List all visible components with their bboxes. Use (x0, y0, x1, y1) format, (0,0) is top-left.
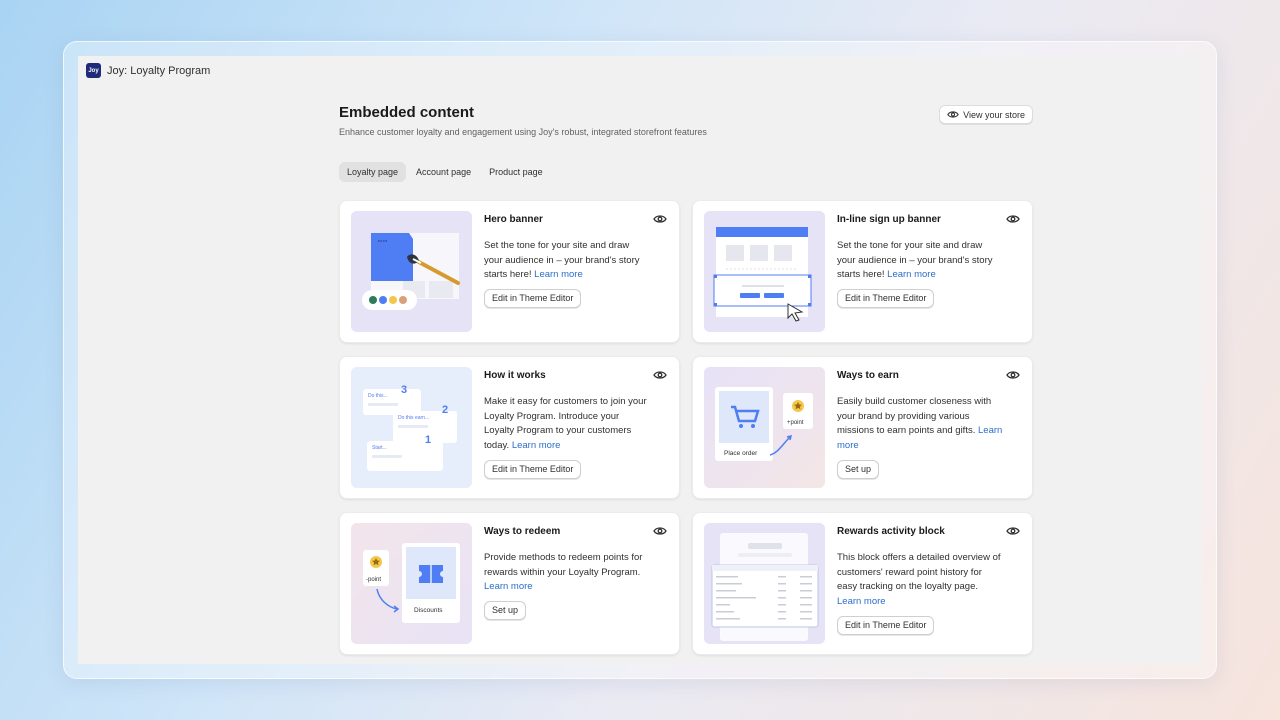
card-title: Rewards activity block (837, 526, 945, 537)
card-title: How it works (484, 370, 546, 381)
tab-product-page[interactable]: Product page (481, 162, 551, 182)
preview-eye-icon[interactable] (1006, 369, 1020, 381)
step-3-label: Do this... (368, 393, 388, 399)
edit-in-theme-editor-button[interactable]: Edit in Theme Editor (837, 615, 935, 635)
step-2-label: Do this earn... (398, 415, 429, 421)
card-title: Ways to earn (837, 370, 899, 381)
point-redeem-label: -point (366, 577, 381, 583)
step-1-label: Start... (372, 445, 387, 451)
app-header: Joy Joy: Loyalty Program (86, 63, 210, 78)
tab-loyalty-page[interactable]: Loyalty page (339, 162, 407, 182)
card-description: Easily build customer closeness with you… (837, 395, 1003, 454)
card-description-text: Make it easy for customers to join your … (484, 396, 647, 452)
tab-account-page[interactable]: Account page (408, 162, 479, 182)
card-title: In-line sign up banner (837, 214, 941, 225)
app-window: Joy Joy: Loyalty Program Embedded conten… (78, 56, 1202, 664)
page-subtitle: Enhance customer loyalty and engagement … (339, 127, 707, 137)
page-title: Embedded content (339, 104, 475, 121)
discounts-label: Discounts (414, 607, 443, 614)
card-description: Provide methods to redeem points for rew… (484, 551, 650, 595)
card-title: Hero banner (484, 214, 543, 225)
card-title: Ways to redeem (484, 526, 561, 537)
card-rewards-activity-block: Rewards activity block This block offers… (692, 512, 1033, 655)
card-ways-to-redeem: -point Discounts Ways to redeem Provide … (339, 512, 680, 655)
ways-to-earn-illustration: Place order +point (704, 367, 825, 488)
card-how-it-works: Do this... 3 Do this earn... 2 Start... … (339, 356, 680, 499)
edit-in-theme-editor-button[interactable]: Edit in Theme Editor (484, 289, 582, 309)
learn-more-link[interactable]: Learn more (887, 269, 936, 280)
learn-more-link[interactable]: Learn more (837, 596, 886, 607)
preview-eye-icon[interactable] (653, 525, 667, 537)
card-description-text: Easily build customer closeness with you… (837, 396, 992, 437)
card-hero-banner: Hero banner Set the tone for your site a… (339, 200, 680, 343)
learn-more-link[interactable]: Learn more (484, 581, 533, 592)
card-ways-to-earn: Place order +point Ways to earn Easily b… (692, 356, 1033, 499)
edit-in-theme-editor-button[interactable]: Edit in Theme Editor (484, 459, 582, 479)
preview-eye-icon[interactable] (653, 369, 667, 381)
card-description: This block offers a detailed overview of… (837, 551, 1003, 610)
edit-in-theme-editor-button[interactable]: Edit in Theme Editor (837, 289, 935, 309)
app-title: Joy: Loyalty Program (107, 64, 211, 77)
joy-logo-icon: Joy (86, 63, 101, 78)
step-3-number: 3 (401, 384, 407, 396)
hero-banner-illustration (351, 211, 472, 332)
preview-eye-icon[interactable] (1006, 213, 1020, 225)
card-description: Set the tone for your site and draw your… (837, 239, 1003, 283)
card-inline-signup-banner: In-line sign up banner Set the tone for … (692, 200, 1033, 343)
preview-eye-icon[interactable] (653, 213, 667, 225)
step-1-number: 1 (425, 434, 431, 446)
card-description-text: Provide methods to redeem points for rew… (484, 552, 643, 578)
set-up-button[interactable]: Set up (837, 459, 880, 479)
eye-icon (947, 111, 959, 118)
step-2-number: 2 (442, 404, 448, 416)
view-store-button[interactable]: View your store (939, 105, 1033, 124)
ways-to-redeem-illustration: -point Discounts (351, 523, 472, 644)
card-description-text: This block offers a detailed overview of… (837, 552, 1001, 593)
signup-banner-illustration (704, 211, 825, 332)
learn-more-link[interactable]: Learn more (512, 440, 561, 451)
main-content: Embedded content Enhance customer loyalt… (339, 104, 1033, 655)
rewards-activity-illustration (704, 523, 825, 644)
view-store-label: View your store (963, 109, 1025, 120)
preview-eye-icon[interactable] (1006, 525, 1020, 537)
card-description: Make it easy for customers to join your … (484, 395, 650, 454)
page-header: Embedded content Enhance customer loyalt… (339, 104, 1033, 144)
set-up-button[interactable]: Set up (484, 601, 527, 621)
learn-more-link[interactable]: Learn more (534, 269, 583, 280)
card-description: Set the tone for your site and draw your… (484, 239, 650, 283)
place-order-label: Place order (724, 450, 758, 457)
how-it-works-illustration: Do this... 3 Do this earn... 2 Start... … (351, 367, 472, 488)
tab-bar: Loyalty page Account page Product page (339, 162, 1033, 182)
embedded-content-grid: Hero banner Set the tone for your site a… (339, 200, 1033, 655)
point-earn-label: +point (787, 420, 804, 426)
